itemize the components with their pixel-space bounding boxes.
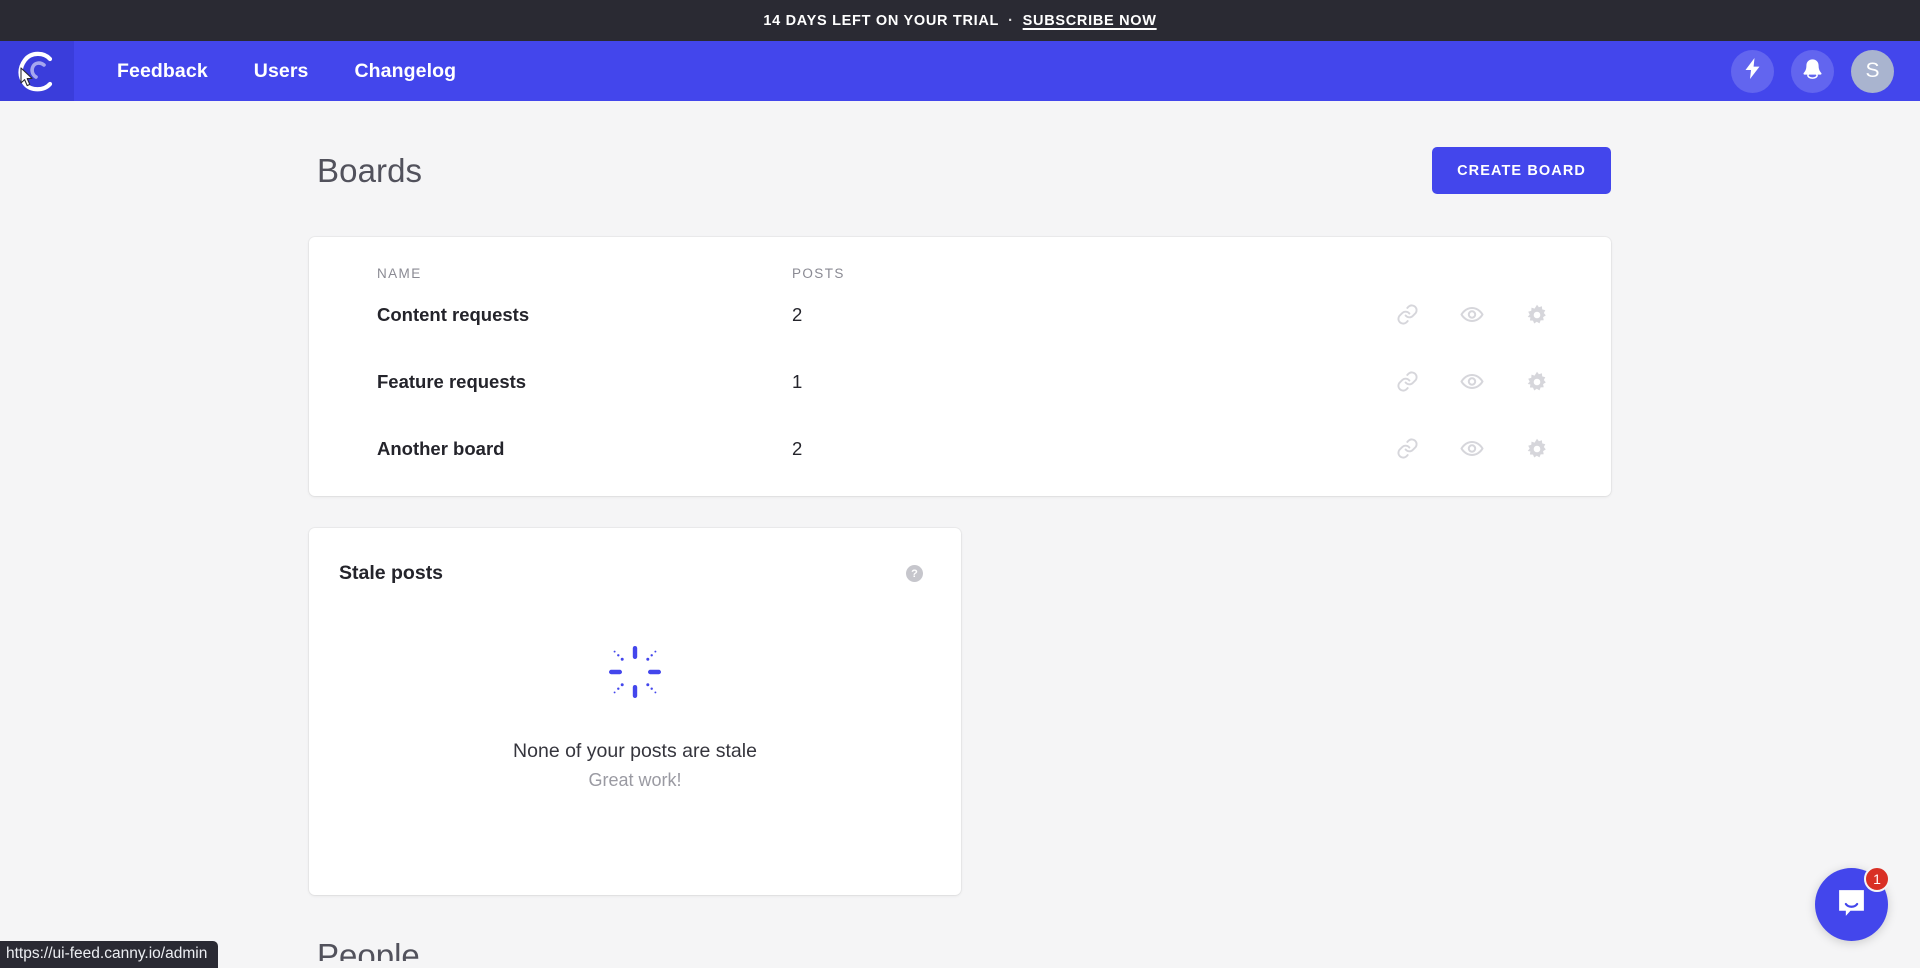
trial-banner-text: 14 DAYS LEFT ON YOUR TRIAL	[763, 12, 1000, 29]
stale-posts-title: Stale posts	[339, 562, 444, 584]
eye-icon[interactable]	[1460, 437, 1484, 461]
table-row[interactable]: Another board 2	[309, 415, 1611, 482]
status-bar-url: https://ui-feed.canny.io/admin	[0, 941, 219, 968]
gear-icon[interactable]	[1525, 437, 1549, 461]
create-board-button[interactable]: CREATE BOARD	[1432, 147, 1611, 194]
content-container: Boards CREATE BOARD NAME POSTS Content r…	[309, 101, 1611, 961]
link-icon[interactable]	[1395, 303, 1419, 327]
canny-logo-icon	[17, 49, 57, 93]
bell-icon	[1802, 58, 1823, 85]
logo-home-link[interactable]	[0, 41, 74, 101]
table-row[interactable]: Feature requests 1	[309, 348, 1611, 415]
page-title: Boards	[317, 151, 423, 189]
table-row[interactable]: Content requests 2	[309, 281, 1611, 348]
link-icon[interactable]	[1395, 370, 1419, 394]
boards-table-card: NAME POSTS Content requests 2 Feature re…	[309, 237, 1611, 496]
boards-table-header: NAME POSTS	[309, 237, 1611, 281]
stale-posts-header: Stale posts ?	[337, 562, 923, 585]
board-name: Another board	[377, 437, 505, 459]
subscribe-now-link[interactable]: SUBSCRIBE NOW	[1023, 13, 1157, 29]
column-header-name: NAME	[377, 266, 422, 281]
lightning-icon-button[interactable]	[1731, 49, 1774, 93]
stale-posts-empty-state: None of your posts are stale Great work!	[309, 646, 961, 791]
row-actions	[1212, 303, 1555, 327]
intercom-unread-badge: 1	[1864, 866, 1890, 892]
row-actions	[1212, 370, 1555, 394]
sparkle-icon	[609, 646, 661, 703]
intercom-launcher-button[interactable]: 1	[1815, 866, 1890, 941]
nav-link-changelog[interactable]: Changelog	[354, 60, 456, 83]
board-posts-count: 2	[792, 303, 803, 325]
top-navbar: Feedback Users Changelog S	[0, 41, 1920, 101]
navbar-actions: S	[1731, 41, 1894, 101]
next-section-title: People	[317, 937, 420, 961]
board-name: Feature requests	[377, 370, 527, 392]
stale-posts-empty-secondary: Great work!	[588, 770, 682, 790]
help-icon[interactable]: ?	[906, 565, 923, 582]
page-header: Boards CREATE BOARD	[309, 147, 1611, 194]
page-body: Boards CREATE BOARD NAME POSTS Content r…	[0, 101, 1920, 968]
primary-nav: Feedback Users Changelog	[74, 41, 456, 101]
nav-link-users[interactable]: Users	[254, 60, 309, 83]
board-name: Content requests	[377, 303, 530, 325]
avatar-initial: S	[1865, 59, 1880, 82]
lightning-icon	[1744, 58, 1761, 84]
column-header-posts: POSTS	[792, 266, 845, 281]
gear-icon[interactable]	[1525, 370, 1549, 394]
board-posts-count: 2	[792, 437, 803, 459]
nav-link-feedback[interactable]: Feedback	[117, 60, 208, 83]
gear-icon[interactable]	[1525, 303, 1549, 327]
trial-banner-separator: ·	[1008, 12, 1014, 29]
eye-icon[interactable]	[1460, 370, 1484, 394]
stale-posts-card: Stale posts ? None of your posts are sta…	[309, 528, 961, 895]
chat-bubble-icon	[1835, 886, 1868, 924]
trial-banner: 14 DAYS LEFT ON YOUR TRIAL · SUBSCRIBE N…	[0, 0, 1920, 41]
link-icon[interactable]	[1395, 437, 1419, 461]
notifications-button[interactable]	[1791, 49, 1834, 93]
user-avatar[interactable]: S	[1851, 49, 1894, 93]
eye-icon[interactable]	[1460, 303, 1484, 327]
board-posts-count: 1	[792, 370, 803, 392]
row-actions	[1212, 437, 1555, 461]
stale-posts-empty-primary: None of your posts are stale	[513, 740, 757, 762]
